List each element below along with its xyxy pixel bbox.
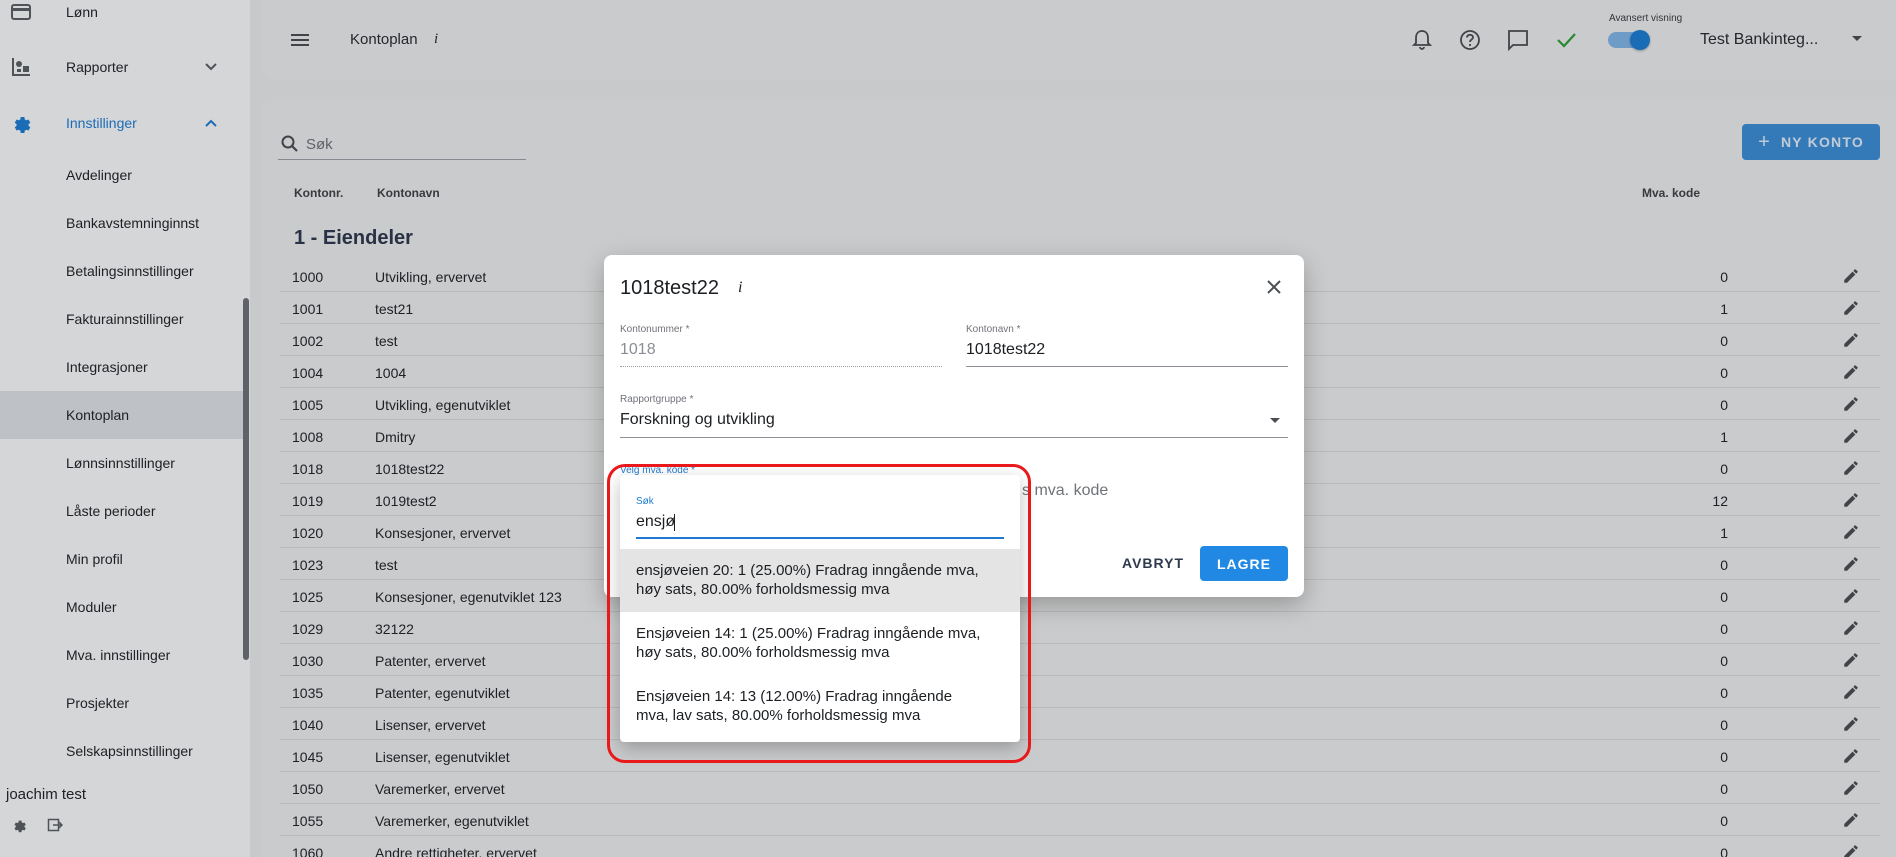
account-name-label: Kontonavn * <box>966 324 1021 335</box>
vat-code-hint: s mva. kode <box>1022 482 1109 499</box>
report-group-underline <box>620 437 1288 438</box>
cancel-button[interactable]: AVBRYT <box>1108 546 1198 580</box>
save-button[interactable]: LAGRE <box>1200 546 1288 581</box>
info-icon[interactable]: i <box>738 279 742 297</box>
account-name-field[interactable]: 1018test22 <box>966 341 1045 359</box>
caret-down-icon[interactable] <box>1270 418 1280 423</box>
account-name-underline <box>966 366 1288 367</box>
dialog-title: 1018test22 <box>620 277 719 299</box>
annotation-highlight-box <box>607 464 1031 763</box>
account-number-underline <box>620 366 942 367</box>
account-number-field: 1018 <box>620 341 656 358</box>
report-group-select[interactable]: Forskning og utvikling <box>620 411 775 429</box>
account-number-label: Kontonummer * <box>620 324 690 335</box>
close-icon[interactable] <box>1264 277 1284 297</box>
report-group-label: Rapportgruppe * <box>620 394 694 405</box>
